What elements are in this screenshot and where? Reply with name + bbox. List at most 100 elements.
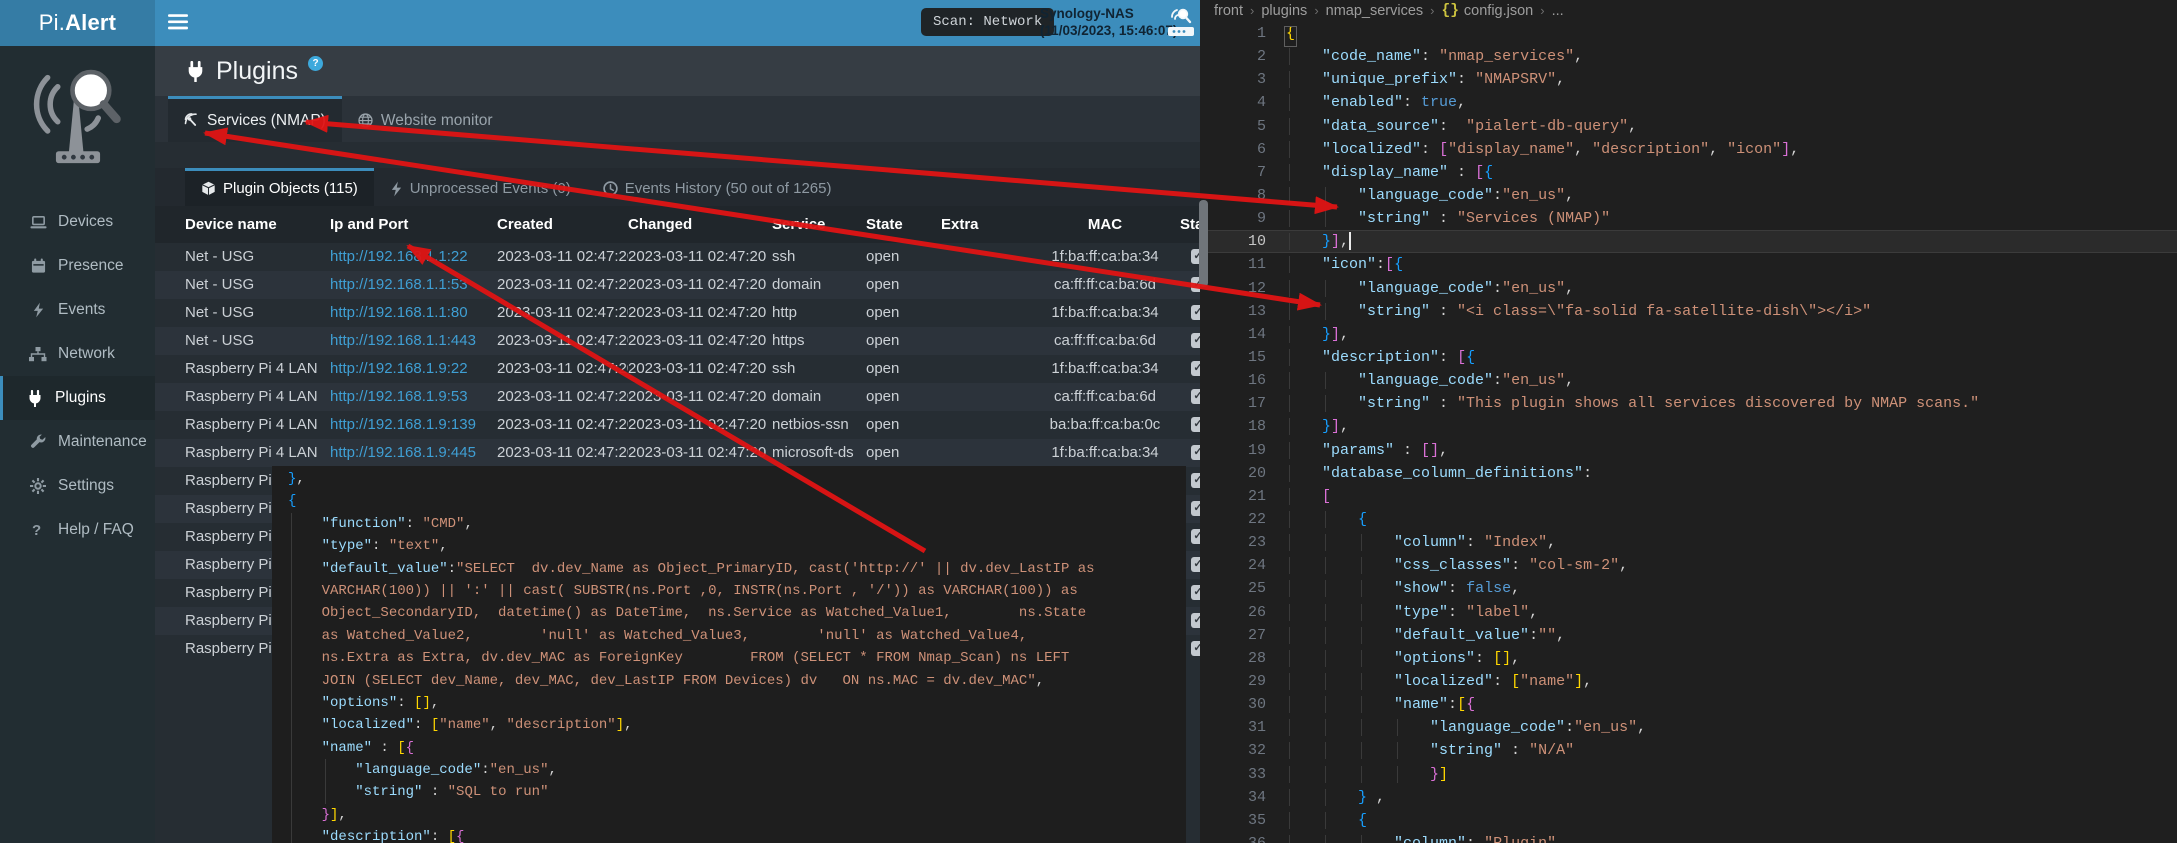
page-scrollbar-thumb[interactable] bbox=[1199, 200, 1208, 287]
sidebar-item-help-faq[interactable]: ?Help / FAQ bbox=[0, 508, 155, 552]
subtab-events-history-50-out-of-1265[interactable]: Events History (50 out of 1265) bbox=[587, 168, 848, 206]
overlay-code-line: "localized": ["name", "description"], bbox=[288, 714, 1186, 736]
editor-line[interactable]: 36 "column": "Plugin", bbox=[1200, 832, 2177, 843]
ip-port-link[interactable]: http://192.168.1.9:22 bbox=[330, 360, 468, 377]
cell-ip-and-port: http://192.168.1.9:445 bbox=[330, 439, 497, 467]
editor-line[interactable]: 10 }], bbox=[1200, 230, 2177, 253]
editor-line[interactable]: 20 "database_column_definitions": bbox=[1200, 462, 2177, 485]
line-number: 2 bbox=[1220, 45, 1266, 68]
editor-line[interactable]: 24 "css_classes": "col-sm-2", bbox=[1200, 554, 2177, 577]
breadcrumb-item-plugins[interactable]: plugins bbox=[1261, 0, 1307, 22]
ip-port-link[interactable]: http://192.168.1.1:22 bbox=[330, 248, 468, 265]
status-checkbox[interactable]: ✓ bbox=[1191, 333, 1201, 348]
editor-line[interactable]: 11 "icon":[{ bbox=[1200, 253, 2177, 276]
editor-line[interactable]: 6 "localized": ["display_name", "descrip… bbox=[1200, 138, 2177, 161]
ip-port-link[interactable]: http://192.168.1.9:445 bbox=[330, 444, 476, 461]
editor-line[interactable]: 7 "display_name" : [{ bbox=[1200, 161, 2177, 184]
editor-line[interactable]: 25 "show": false, bbox=[1200, 577, 2177, 600]
ip-port-link[interactable]: http://192.168.1.9:53 bbox=[330, 388, 468, 405]
editor-line[interactable]: 22 { bbox=[1200, 508, 2177, 531]
editor-line[interactable]: 34 } , bbox=[1200, 786, 2177, 809]
tab-services-nmap[interactable]: Services (NMAP) bbox=[168, 96, 342, 142]
status-checkbox[interactable]: ✓ bbox=[1191, 389, 1201, 404]
status-checkbox[interactable]: ✓ bbox=[1191, 501, 1201, 516]
editor-line[interactable]: 2 "code_name": "nmap_services", bbox=[1200, 45, 2177, 68]
editor-line[interactable]: 28 "options": [], bbox=[1200, 647, 2177, 670]
sidebar-item-settings[interactable]: Settings bbox=[0, 464, 155, 508]
cell-mac: ca:ff:ff:ca:ba:6d bbox=[1030, 327, 1180, 355]
ip-port-link[interactable]: http://192.168.1.1:443 bbox=[330, 332, 476, 349]
status-checkbox[interactable]: ✓ bbox=[1191, 473, 1201, 488]
sidebar-item-presence[interactable]: Presence bbox=[0, 244, 155, 288]
editor-line[interactable]: 14 }], bbox=[1200, 323, 2177, 346]
hamburger-icon[interactable] bbox=[168, 14, 188, 32]
editor-line[interactable]: 1{ bbox=[1200, 22, 2177, 45]
editor-line[interactable]: 31 "language_code":"en_us", bbox=[1200, 716, 2177, 739]
status-checkbox[interactable]: ✓ bbox=[1191, 417, 1201, 432]
ip-port-link[interactable]: http://192.168.1.1:80 bbox=[330, 304, 468, 321]
tab-website-monitor[interactable]: Website monitor bbox=[342, 96, 509, 142]
editor-line[interactable]: 8 "language_code":"en_us", bbox=[1200, 184, 2177, 207]
ip-port-link[interactable]: http://192.168.1.9:139 bbox=[330, 416, 476, 433]
editor-line[interactable]: 18 }], bbox=[1200, 415, 2177, 438]
editor-line[interactable]: 9 "string" : "Services (NMAP)" bbox=[1200, 207, 2177, 230]
editor-line[interactable]: 3 "unique_prefix": "NMAPSRV", bbox=[1200, 68, 2177, 91]
editor-line[interactable]: 15 "description": [{ bbox=[1200, 346, 2177, 369]
sidebar-item-network[interactable]: Network bbox=[0, 332, 155, 376]
cell-service: microsoft-ds bbox=[772, 439, 866, 467]
editor-line[interactable]: 5 "data_source": "pialert-db-query", bbox=[1200, 115, 2177, 138]
radar-magnifier-logo bbox=[0, 46, 155, 186]
status-checkbox[interactable]: ✓ bbox=[1191, 445, 1201, 460]
editor-line[interactable]: 23 "column": "Index", bbox=[1200, 531, 2177, 554]
subtab-plugin-objects-115[interactable]: Plugin Objects (115) bbox=[185, 168, 374, 206]
status-checkbox[interactable]: ✓ bbox=[1191, 305, 1201, 320]
text-cursor bbox=[1349, 232, 1351, 250]
editor-line[interactable]: 27 "default_value":"", bbox=[1200, 624, 2177, 647]
cell-mac: ba:ba:ff:ca:ba:0c bbox=[1030, 411, 1180, 439]
editor-line[interactable]: 4 "enabled": true, bbox=[1200, 91, 2177, 114]
editor-line[interactable]: 29 "localized": ["name"], bbox=[1200, 670, 2177, 693]
editor-line[interactable]: 12 "language_code":"en_us", bbox=[1200, 277, 2177, 300]
status-checkbox[interactable]: ✓ bbox=[1191, 361, 1201, 376]
overlay-code-line: Object_SecondaryID, datetime() as DateTi… bbox=[288, 602, 1186, 624]
line-code: "data_source": "pialert-db-query", bbox=[1286, 118, 1637, 135]
brand-logo[interactable]: Pi.Alert bbox=[0, 0, 155, 46]
line-number: 36 bbox=[1220, 832, 1266, 843]
help-badge[interactable]: ? bbox=[308, 56, 323, 71]
editor-line[interactable]: 35 { bbox=[1200, 809, 2177, 832]
breadcrumb-separator: › bbox=[1430, 0, 1434, 22]
line-number: 7 bbox=[1220, 161, 1266, 184]
sidebar-item-plugins[interactable]: Plugins bbox=[0, 376, 155, 420]
editor-line[interactable]: 17 "string" : "This plugin shows all ser… bbox=[1200, 392, 2177, 415]
status-checkbox[interactable]: ✓ bbox=[1191, 529, 1201, 544]
line-code: "description": [{ bbox=[1286, 349, 1475, 366]
cell-extra bbox=[941, 383, 1030, 411]
editor-line[interactable]: 13 "string" : "<i class=\"fa-solid fa-sa… bbox=[1200, 300, 2177, 323]
editor-line[interactable]: 30 "name":[{ bbox=[1200, 693, 2177, 716]
sidebar-item-devices[interactable]: Devices bbox=[0, 200, 155, 244]
status-checkbox[interactable]: ✓ bbox=[1191, 641, 1201, 656]
bracket-match-box bbox=[1284, 26, 1297, 47]
cell-created: 2023-03-11 02:47:20 bbox=[497, 439, 628, 467]
editor-line[interactable]: 26 "type": "label", bbox=[1200, 601, 2177, 624]
sidebar-item-maintenance[interactable]: Maintenance bbox=[0, 420, 155, 464]
breadcrumb-item-nmap-services[interactable]: nmap_services bbox=[1326, 0, 1424, 22]
editor-lines[interactable]: 1{2 "code_name": "nmap_services",3 "uniq… bbox=[1200, 22, 2177, 843]
sidebar-item-events[interactable]: Events bbox=[0, 288, 155, 332]
editor-line[interactable]: 33 }] bbox=[1200, 763, 2177, 786]
cell-mac: ca:ff:ff:ca:ba:6d bbox=[1030, 271, 1180, 299]
subtab-unprocessed-events-0[interactable]: Unprocessed Events (0) bbox=[374, 168, 587, 206]
status-checkbox[interactable]: ✓ bbox=[1191, 585, 1201, 600]
line-code: "default_value":"", bbox=[1286, 627, 1565, 644]
breadcrumb-item-[interactable]: ... bbox=[1552, 0, 1564, 22]
status-checkbox[interactable]: ✓ bbox=[1191, 557, 1201, 572]
editor-line[interactable]: 19 "params" : [], bbox=[1200, 439, 2177, 462]
breadcrumb-item-config-json[interactable]: {} config.json bbox=[1442, 0, 1534, 22]
editor-line[interactable]: 32 "string" : "N/A" bbox=[1200, 739, 2177, 762]
editor-line[interactable]: 16 "language_code":"en_us", bbox=[1200, 369, 2177, 392]
editor-line[interactable]: 21 [ bbox=[1200, 485, 2177, 508]
status-checkbox[interactable]: ✓ bbox=[1191, 613, 1201, 628]
ip-port-link[interactable]: http://192.168.1.1:53 bbox=[330, 276, 468, 293]
line-code: "enabled": true, bbox=[1286, 94, 1466, 111]
breadcrumb-item-front[interactable]: front bbox=[1214, 0, 1243, 22]
